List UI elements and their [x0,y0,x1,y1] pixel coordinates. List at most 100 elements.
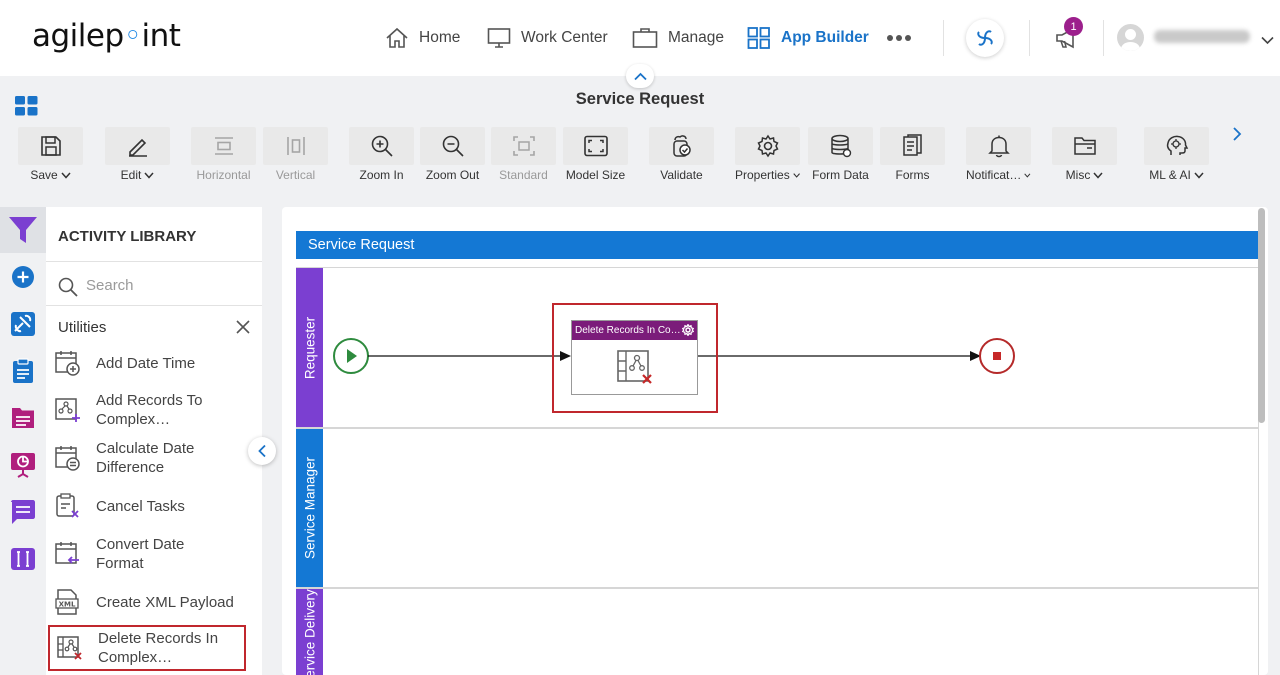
search-input[interactable] [86,273,256,297]
gear-icon[interactable] [682,324,694,336]
activity-delete-records[interactable]: Delete Records In Co… [571,320,698,395]
activity-header[interactable]: Delete Records In Co… [572,321,697,340]
calendar-add-icon [55,351,80,376]
caret-down-icon [793,172,800,178]
calendar-convert-icon [55,542,79,564]
database-icon [830,134,851,158]
toolbar-scroll-right-button[interactable] [1230,126,1244,147]
list-item-create-xml-payload[interactable]: XML Create XML Payload [48,579,246,625]
align-horizontal-button[interactable]: Horizontal [191,127,256,185]
list-item-add-records-to-complex[interactable]: Add Records To Complex… [48,387,246,433]
horizontal-label: Horizontal [196,168,251,182]
activity-library-panel: ACTIVITY LIBRARY Utilities Add Date Time… [46,207,262,675]
forms-button[interactable]: Forms [880,127,945,185]
sequence-flow-1[interactable] [368,351,571,361]
ml-ai-button[interactable]: ML & AI [1144,127,1209,185]
model-size-button[interactable]: Model Size [563,127,628,185]
model-size-label: Model Size [565,168,626,182]
rail-documents[interactable] [0,395,46,441]
document-icon [12,408,34,428]
records-delete-icon [616,350,652,384]
library-title: ACTIVITY LIBRARY [58,228,197,245]
list-item-convert-date-format[interactable]: Convert Date Format [48,531,246,577]
sequence-flow-2[interactable] [698,351,981,361]
rail-integrations[interactable] [0,536,46,582]
nav-manage[interactable]: Manage [632,24,724,52]
notifications-button[interactable]: Notificat… [966,127,1031,185]
list-item-delete-records-in-complex[interactable]: Delete Records In Complex… [48,625,246,671]
rail-analytics[interactable] [0,442,46,488]
save-button[interactable]: Save [18,127,83,185]
cancel-task-icon [56,493,79,518]
username-blurred[interactable] [1154,30,1250,43]
standard-size-button[interactable]: Standard [491,127,556,185]
nav-divider [1103,20,1104,56]
forms-icon [902,134,922,156]
collapse-library-button[interactable] [248,437,276,465]
zoom-out-icon [442,135,464,157]
edit-button[interactable]: Edit [105,127,170,185]
integration-icon [11,548,35,570]
svg-text:XML: XML [59,601,76,609]
list-item-add-date-time[interactable]: Add Date Time [48,340,246,386]
list-item-label: Convert Date Format [96,536,185,572]
ai-head-icon [1166,135,1188,155]
add-circle-icon [12,266,34,288]
form-data-button[interactable]: Form Data [808,127,873,185]
canvas-vertical-scrollbar[interactable] [1258,208,1265,423]
briefcase-icon [632,28,658,48]
presentation-icon [11,453,35,478]
process-canvas[interactable]: Service Request Requester Service Manage… [282,207,1268,675]
vertical-label: Vertical [275,168,316,182]
validate-label: Validate [660,168,703,182]
avatar[interactable] [1117,24,1144,51]
left-icon-rail [0,207,46,675]
collapse-header-button[interactable] [626,64,654,88]
monitor-icon [487,28,511,48]
validate-button[interactable]: Validate [649,127,714,185]
rail-tasks[interactable] [0,348,46,394]
caret-down-icon [1194,172,1204,179]
list-item-calculate-date-difference[interactable]: Calculate Date Difference [48,435,246,481]
caret-down-icon [61,172,71,179]
expand-frame-icon [583,135,608,157]
zoom-out-button[interactable]: Zoom Out [420,127,485,185]
records-delete-icon [57,636,82,660]
properties-button[interactable]: Properties [735,127,800,185]
nav-app-builder[interactable]: App Builder [747,24,869,52]
fit-frame-icon [512,136,535,156]
nav-divider [943,20,944,56]
nav-home[interactable]: Home [385,24,460,52]
properties-label: Properties [735,168,790,182]
chevron-up-icon [633,72,647,80]
rail-activity-library[interactable] [0,207,46,253]
rail-add[interactable] [0,254,46,300]
divider [46,305,262,306]
rail-process-tools[interactable] [0,301,46,347]
list-item-label: Delete Records In Complex… [98,630,219,666]
agilepoint-logo[interactable]: agilep◦int [32,18,181,54]
nav-work-center[interactable]: Work Center [487,24,608,52]
misc-button[interactable]: Misc [1052,127,1117,185]
nav-work-center-label: Work Center [521,29,608,46]
end-event[interactable] [979,338,1015,374]
user-menu-toggle[interactable] [1261,32,1274,50]
records-add-icon [55,398,80,422]
nav-home-label: Home [419,29,461,46]
list-item-cancel-tasks[interactable]: Cancel Tasks [48,483,246,529]
zoom-in-label: Zoom In [359,168,404,182]
start-event[interactable] [333,338,369,374]
zoom-in-button[interactable]: Zoom In [349,127,414,185]
more-menu-button[interactable] [886,24,922,52]
standard-label: Standard [499,168,548,182]
align-vertical-button[interactable]: Vertical [263,127,328,185]
home-icon [386,27,408,48]
rail-messages[interactable] [0,489,46,535]
close-icon[interactable] [236,320,250,334]
pencil-icon [128,138,147,157]
page-title: Service Request [575,90,705,108]
caret-down-icon [144,172,154,179]
ai-assistant-button[interactable] [966,19,1004,57]
save-label: Save [30,168,58,182]
list-item-label: Add Date Time [96,354,196,372]
